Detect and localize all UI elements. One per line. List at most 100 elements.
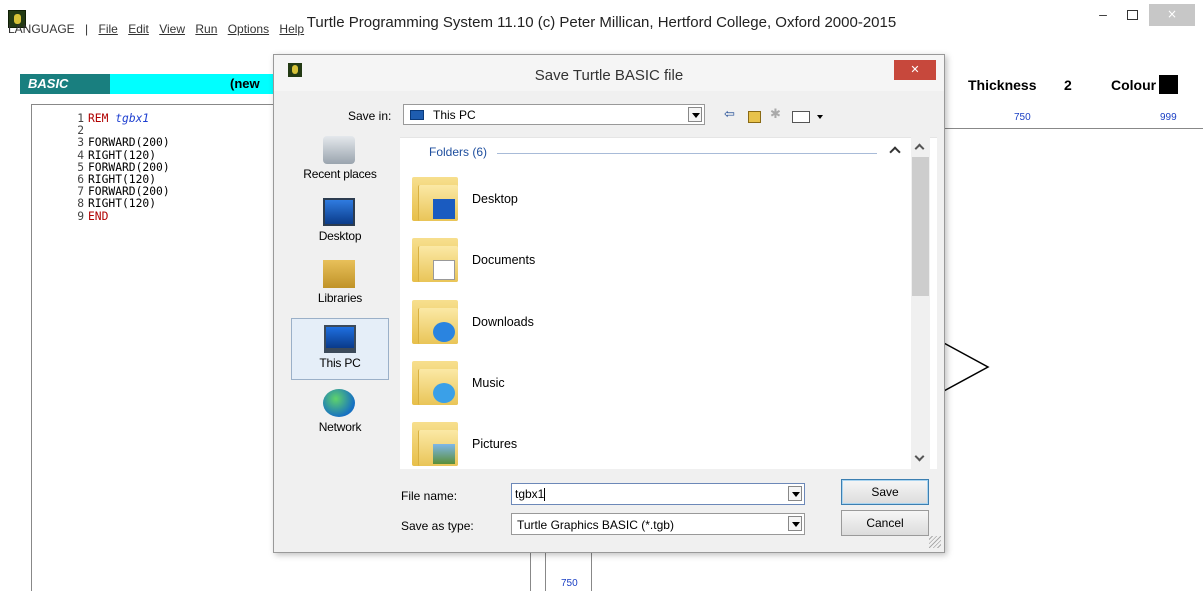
colour-label: Colour: [1111, 77, 1157, 93]
chevron-down-icon[interactable]: [788, 486, 802, 501]
menu-edit[interactable]: Edit: [128, 22, 149, 36]
code-statement: FORWARD(200): [88, 185, 170, 199]
folder-icon: [412, 177, 458, 221]
save-in-dropdown[interactable]: This PC: [403, 104, 705, 125]
code-line[interactable]: 9 END: [32, 209, 170, 223]
place-label: Network: [318, 420, 362, 434]
code-comment: tgbx1: [115, 112, 150, 125]
save-button[interactable]: Save: [841, 479, 929, 505]
code-lines[interactable]: 1 REM tgbx1 2 3 FORWARD(200) 4 RIGHT(120) 5 FORW…: [32, 112, 170, 223]
up-folder-icon[interactable]: [748, 111, 761, 123]
this-pc-icon: [410, 110, 424, 120]
recent-places-icon: [323, 136, 355, 164]
save-in-value: This PC: [433, 108, 476, 122]
resize-grip[interactable]: [929, 536, 941, 548]
save-as-type-label: Save as type:: [401, 519, 474, 533]
dialog-close-button[interactable]: ✕: [894, 60, 936, 80]
view-menu-icon[interactable]: [792, 111, 823, 123]
place-label: Libraries: [317, 291, 363, 305]
code-statement: RIGHT(120): [88, 173, 157, 187]
chevron-down-icon[interactable]: [688, 107, 702, 122]
file-name-input[interactable]: tgbx1: [511, 483, 805, 505]
save-in-label: Save in:: [348, 109, 392, 123]
thickness-label: Thickness: [968, 77, 1037, 93]
folder-name: Documents: [472, 253, 536, 267]
folder-icon: [412, 238, 458, 282]
back-arrow-icon[interactable]: ⇦: [724, 108, 740, 122]
places-bar: Recent places Desktop Libraries This PC …: [291, 130, 389, 460]
menu-help[interactable]: Help: [279, 22, 304, 36]
folder-list[interactable]: Folders (6) Desktop Documents Downloads …: [400, 137, 937, 469]
line-number: 8: [77, 197, 84, 211]
place-libraries[interactable]: Libraries: [291, 254, 389, 316]
code-statement: FORWARD(200): [88, 160, 170, 174]
line-number: 9: [77, 209, 84, 223]
place-recent-places[interactable]: Recent places: [291, 130, 389, 192]
menu-bar: LANGUAGE | File Edit View Run Options He…: [8, 22, 311, 38]
close-button[interactable]: ×: [1149, 4, 1195, 26]
cancel-button[interactable]: Cancel: [841, 510, 929, 536]
language-mode-label[interactable]: BASIC: [20, 74, 110, 94]
group-header[interactable]: Folders (6): [429, 145, 487, 159]
language-bar: BASIC (new: [20, 74, 275, 94]
this-pc-icon: [324, 325, 356, 353]
chevron-up-icon[interactable]: [889, 146, 901, 158]
list-item-desktop[interactable]: Desktop: [412, 171, 882, 231]
y-tick-label: 750: [561, 578, 578, 589]
menu-language[interactable]: LANGUAGE: [8, 22, 75, 36]
minimize-button[interactable]: –: [1090, 4, 1116, 26]
code-keyword: REM: [88, 112, 109, 125]
list-item-music[interactable]: Music: [412, 355, 882, 415]
scroll-up-arrow-icon[interactable]: [914, 143, 925, 154]
code-statement: FORWARD(200): [88, 136, 170, 150]
turtle-drawing: [941, 341, 990, 393]
save-as-type-value: Turtle Graphics BASIC (*.tgb): [517, 518, 674, 532]
program-name-label: (new: [230, 76, 260, 91]
vertical-scrollbar[interactable]: [911, 137, 930, 469]
list-item-pictures[interactable]: Pictures: [412, 416, 882, 469]
list-item-downloads[interactable]: Downloads: [412, 294, 882, 354]
chevron-down-icon[interactable]: [788, 516, 802, 531]
desktop-icon: [323, 198, 355, 226]
place-this-pc[interactable]: This PC: [291, 318, 389, 380]
menu-options[interactable]: Options: [228, 22, 269, 36]
text-caret: [544, 488, 546, 502]
scroll-thumb[interactable]: [912, 157, 929, 296]
folder-name: Pictures: [472, 437, 518, 451]
group-divider: [497, 153, 877, 154]
place-label: This PC: [319, 356, 361, 370]
dialog-title-bar: Save Turtle BASIC file ✕: [274, 55, 944, 91]
place-label: Desktop: [318, 229, 362, 243]
network-icon: [323, 389, 355, 417]
new-folder-icon[interactable]: ✱: [770, 108, 786, 122]
menu-run[interactable]: Run: [195, 22, 217, 36]
folder-name: Desktop: [472, 192, 518, 206]
list-item-documents[interactable]: Documents: [412, 232, 882, 292]
file-name-label: File name:: [401, 489, 458, 503]
code-keyword: END: [88, 209, 109, 223]
code-statement: RIGHT(120): [88, 197, 157, 211]
x-tick-label: 999: [1160, 112, 1177, 123]
menu-separator: |: [85, 22, 89, 36]
line-number: 3: [77, 136, 84, 150]
place-network[interactable]: Network: [291, 383, 389, 445]
thickness-value[interactable]: 2: [1064, 77, 1072, 93]
folder-name: Downloads: [472, 315, 534, 329]
folder-icon: [412, 422, 458, 466]
line-number: 4: [77, 148, 84, 162]
folder-icon: [412, 361, 458, 405]
menu-view[interactable]: View: [159, 22, 185, 36]
code-line[interactable]: 1 REM tgbx1: [32, 112, 170, 125]
save-as-type-dropdown[interactable]: Turtle Graphics BASIC (*.tgb): [511, 513, 805, 535]
maximize-button[interactable]: [1119, 4, 1145, 26]
x-tick-label: 750: [1014, 112, 1031, 123]
file-name-value: tgbx1: [515, 487, 545, 501]
folder-icon: [412, 300, 458, 344]
place-label: Recent places: [303, 167, 377, 181]
scroll-down-arrow-icon[interactable]: [914, 451, 925, 462]
code-statement: RIGHT(120): [88, 148, 157, 162]
place-desktop[interactable]: Desktop: [291, 192, 389, 254]
colour-swatch[interactable]: [1159, 75, 1178, 94]
folder-name: Music: [472, 376, 505, 390]
menu-file[interactable]: File: [99, 22, 118, 36]
